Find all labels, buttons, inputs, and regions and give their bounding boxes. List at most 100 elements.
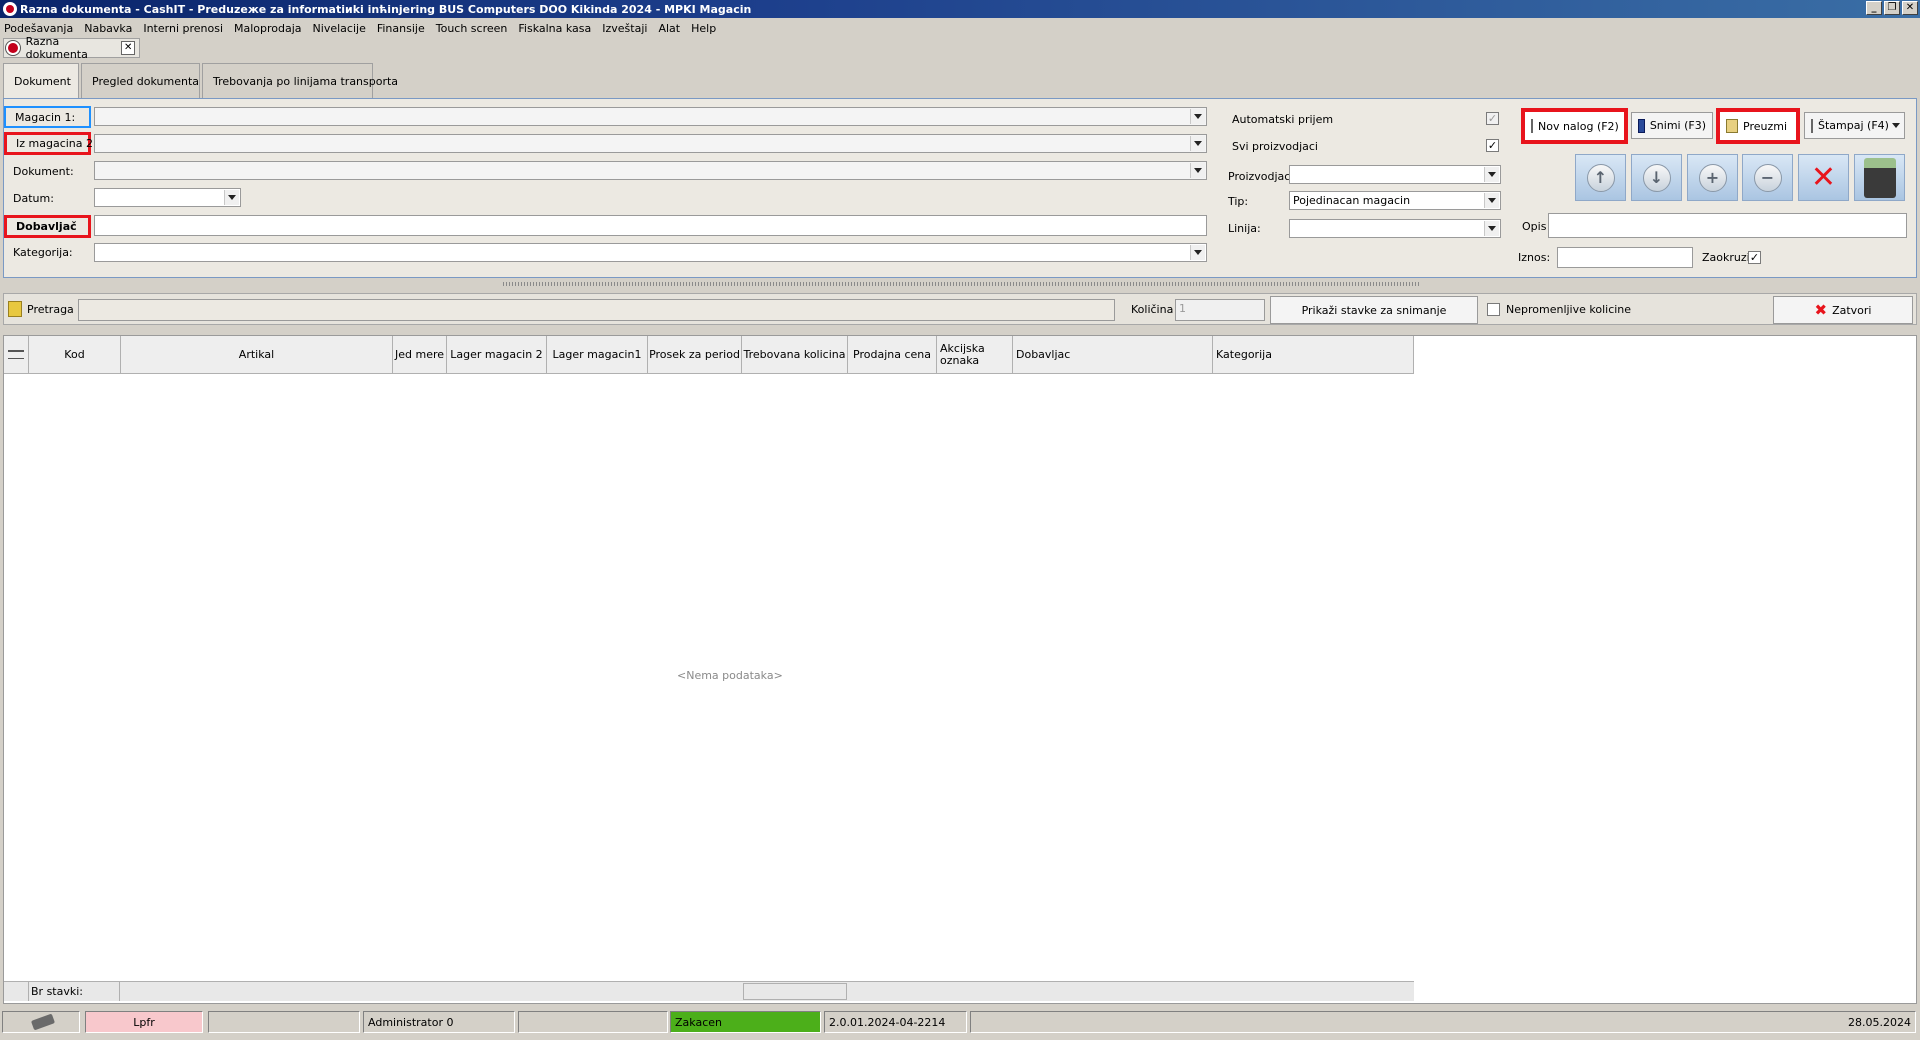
chevron-down-icon[interactable]	[1190, 136, 1205, 151]
chevron-down-icon[interactable]	[1190, 163, 1205, 178]
menu-alat[interactable]: Alat	[658, 22, 680, 35]
tab-strip: Dokument Pregled dokumenta Trebovanja po…	[3, 63, 398, 99]
tab-trebovanja[interactable]: Trebovanja po linijama transporta	[202, 63, 398, 98]
printer-icon	[1811, 118, 1813, 133]
snimi-button[interactable]: Snimi (F3)	[1631, 112, 1713, 139]
minus-icon: −	[1753, 163, 1782, 192]
col-lager-magacin2[interactable]: Lager magacin 2	[447, 336, 547, 374]
document-tab[interactable]: Razna dokumenta ✕	[3, 35, 140, 61]
status-bar: Lpfr Administrator 0 Zakacen 2.0.01.2024…	[0, 1009, 1920, 1040]
preuzmi-button[interactable]: Preuzmi	[1716, 108, 1800, 144]
chevron-down-icon[interactable]	[1484, 221, 1499, 236]
dokument-combo[interactable]	[94, 161, 1207, 180]
zaokruzi-checkbox[interactable]: ✓	[1748, 251, 1761, 264]
nepromenljive-checkbox[interactable]	[1487, 303, 1500, 316]
title-bar: Razna dokumenta - CashIT - Preduzeжe za …	[0, 0, 1920, 18]
preuzmi-label: Preuzmi	[1743, 119, 1788, 133]
close-window-button[interactable]: ✕	[1902, 1, 1918, 15]
kategorija-combo[interactable]	[94, 243, 1207, 262]
dobavljac-input[interactable]	[94, 215, 1207, 236]
pretraga-input[interactable]	[78, 299, 1115, 321]
items-grid[interactable]: Kod Artikal Jed mere Lager magacin 2 Lag…	[3, 335, 1917, 1004]
chevron-down-icon[interactable]	[1892, 123, 1900, 128]
tab-pregled-dokumenta[interactable]: Pregled dokumenta	[81, 63, 200, 98]
zatvori-button[interactable]: ✖ Zatvori	[1773, 296, 1913, 324]
move-down-button[interactable]: ↓	[1631, 154, 1682, 201]
grid-header: Kod Artikal Jed mere Lager magacin 2 Lag…	[4, 336, 1414, 374]
menu-finansije[interactable]: Finansije	[377, 22, 425, 35]
menu-help[interactable]: Help	[691, 22, 716, 35]
minimize-button[interactable]: _	[1866, 1, 1882, 15]
chevron-down-icon[interactable]	[224, 190, 239, 205]
user-status: Administrator 0	[363, 1011, 515, 1033]
panel-splitter[interactable]	[503, 282, 1419, 286]
menu-fiskalna-kasa[interactable]: Fiskalna kasa	[518, 22, 591, 35]
menu-interni-prenosi[interactable]: Interni prenosi	[143, 22, 223, 35]
status-panel-empty	[208, 1011, 360, 1033]
menu-podesavanja[interactable]: Podešavanja	[4, 22, 73, 35]
kolicina-input[interactable]: 1	[1175, 299, 1265, 321]
calculator-icon	[1863, 157, 1896, 198]
zakacen-status: Zakacen	[670, 1011, 821, 1033]
dokument-label: Dokument:	[13, 164, 74, 178]
col-prosek-za-period[interactable]: Prosek za period	[648, 336, 742, 374]
proizvodjac-combo[interactable]	[1289, 165, 1501, 184]
svi-proizvodjaci-label: Svi proizvodjaci	[1232, 139, 1318, 153]
iznos-input[interactable]	[1557, 247, 1693, 268]
opis-input[interactable]	[1548, 213, 1907, 238]
col-artikal[interactable]: Artikal	[121, 336, 393, 374]
version-status: 2.0.01.2024-04-2214	[824, 1011, 967, 1033]
new-document-icon	[1531, 119, 1533, 133]
menu-nivelacije[interactable]: Nivelacije	[313, 22, 366, 35]
tip-combo[interactable]: Pojedinacan magacin	[1289, 191, 1501, 210]
col-dobavljac[interactable]: Dobavljac	[1013, 336, 1213, 374]
chevron-down-icon[interactable]	[1484, 193, 1499, 208]
menu-bar: Podešavanja Nabavka Interni prenosi Malo…	[0, 18, 1920, 38]
col-jed-mere[interactable]: Jed mere	[393, 336, 447, 374]
chevron-down-icon[interactable]	[1190, 245, 1205, 260]
grid-menu-icon[interactable]	[4, 336, 29, 374]
linija-combo[interactable]	[1289, 219, 1501, 238]
tip-value: Pojedinacan magacin	[1293, 194, 1411, 207]
zatvori-label: Zatvori	[1832, 303, 1872, 317]
iz-magacina2-combo[interactable]	[94, 134, 1207, 153]
chevron-down-icon[interactable]	[1190, 109, 1205, 124]
restore-button[interactable]: ❐	[1884, 1, 1900, 15]
close-tab-icon[interactable]: ✕	[121, 41, 135, 55]
stampaj-button[interactable]: Štampaj (F4)	[1804, 112, 1905, 139]
menu-touch-screen[interactable]: Touch screen	[436, 22, 508, 35]
col-trebovana-kolicina[interactable]: Trebovana kolicina	[742, 336, 848, 374]
snimi-label: Snimi (F3)	[1649, 119, 1706, 132]
col-lager-magacin1[interactable]: Lager magacin1	[547, 336, 648, 374]
app-icon	[3, 2, 17, 16]
menu-nabavka[interactable]: Nabavka	[84, 22, 132, 35]
menu-izvestaji[interactable]: Izveštaji	[602, 22, 647, 35]
date-status: 28.05.2024	[970, 1011, 1916, 1033]
add-row-button[interactable]: +	[1687, 154, 1738, 201]
datum-picker[interactable]	[94, 188, 241, 207]
col-prodajna-cena[interactable]: Prodajna cena	[848, 336, 937, 374]
menu-maloprodaja[interactable]: Maloprodaja	[234, 22, 302, 35]
remove-row-button[interactable]: −	[1742, 154, 1793, 201]
document-tab-label: Razna dokumenta	[25, 35, 88, 61]
red-x-icon: ✕	[1810, 160, 1837, 195]
col-kategorija[interactable]: Kategorija	[1213, 336, 1414, 374]
move-up-button[interactable]: ↑	[1575, 154, 1626, 201]
magacin1-combo[interactable]	[94, 107, 1207, 126]
arrow-up-icon: ↑	[1586, 163, 1615, 192]
nov-nalog-button[interactable]: Nov nalog (F2)	[1521, 108, 1628, 144]
calculator-button[interactable]	[1854, 154, 1905, 201]
col-akcijska-oznaka[interactable]: Akcijska oznaka	[937, 336, 1013, 374]
import-icon	[1726, 119, 1738, 133]
col-kod[interactable]: Kod	[29, 336, 121, 374]
window-title: Razna dokumenta - CashIT - Preduzeжe za …	[20, 2, 752, 16]
automatski-prijem-checkbox[interactable]: ✓	[1486, 112, 1499, 125]
save-icon	[1638, 118, 1645, 133]
opis-label: Opis	[1522, 219, 1547, 233]
tab-dokument[interactable]: Dokument	[3, 63, 79, 99]
close-icon: ✖	[1814, 301, 1828, 319]
chevron-down-icon[interactable]	[1484, 167, 1499, 182]
svi-proizvodjaci-checkbox[interactable]: ✓	[1486, 139, 1499, 152]
prikazi-stavke-button[interactable]: Prikaži stavke za snimanje	[1270, 296, 1478, 324]
delete-button[interactable]: ✕	[1798, 154, 1849, 201]
